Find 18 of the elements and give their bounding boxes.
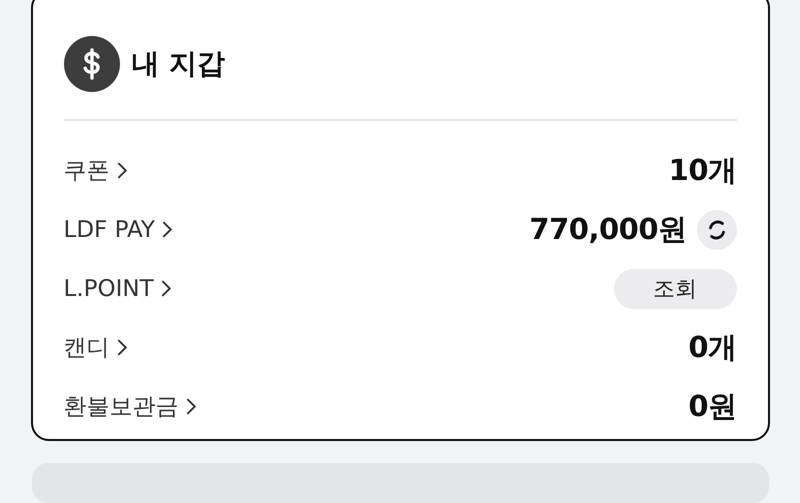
- chevron-right-icon: [116, 338, 126, 357]
- chevron-right-icon: [116, 161, 126, 180]
- row-link[interactable]: 캔디: [64, 332, 126, 363]
- chevron-right-icon: [160, 279, 171, 298]
- dollar-icon: [64, 36, 120, 92]
- refresh-button[interactable]: [696, 210, 736, 250]
- lookup-button[interactable]: 조회: [614, 268, 736, 308]
- row-link[interactable]: L.POINT: [64, 276, 171, 302]
- chevron-right-icon: [160, 220, 172, 239]
- row-link[interactable]: LDF PAY: [64, 216, 172, 242]
- row-value: 10개: [668, 152, 736, 188]
- chevron-right-icon: [184, 397, 196, 416]
- wallet-title: 내 지갑: [132, 46, 226, 82]
- row-link[interactable]: 쿠폰: [64, 155, 126, 186]
- row-link[interactable]: 환불보관금: [64, 391, 196, 422]
- row-value: 770,000원: [529, 210, 686, 248]
- row-value: 0원: [688, 388, 736, 424]
- row-value: 0개: [688, 328, 736, 366]
